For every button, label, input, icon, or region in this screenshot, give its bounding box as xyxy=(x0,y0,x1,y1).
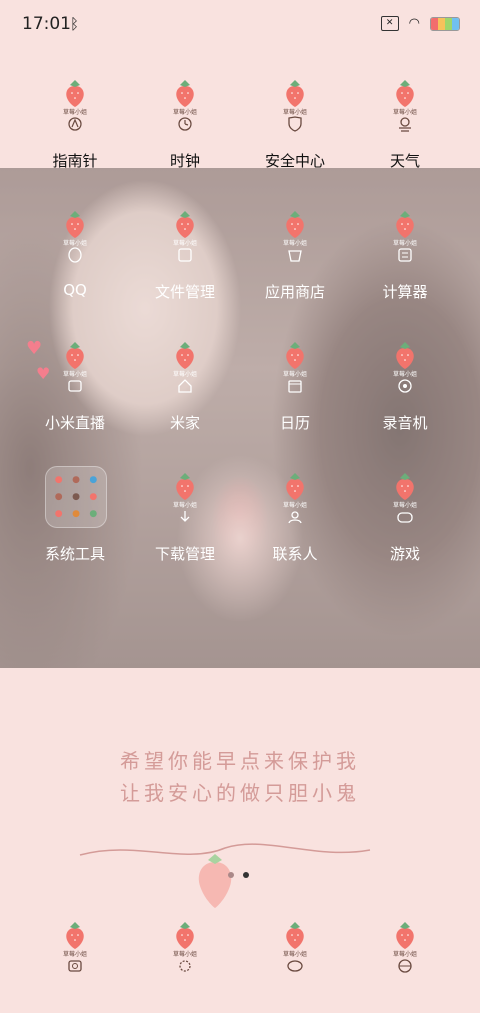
svg-text:草莓小姐: 草莓小姐 xyxy=(283,950,307,958)
svg-text:草莓小姐: 草莓小姐 xyxy=(173,239,197,247)
mini-app-icon: ● xyxy=(54,491,63,502)
page-indicator[interactable] xyxy=(228,872,249,878)
page-dot-active[interactable] xyxy=(243,872,249,878)
svg-text:草莓小姐: 草莓小姐 xyxy=(393,501,417,509)
dock-messages[interactable]: 草莓小姐 xyxy=(240,918,350,988)
svg-text:草莓小姐: 草莓小姐 xyxy=(173,501,197,509)
mini-app-icon: ● xyxy=(72,509,80,520)
app-calculator[interactable]: 草莓小姐 计算器 xyxy=(350,207,460,327)
files-icon: 草莓小姐 xyxy=(173,211,197,262)
app-qq[interactable]: 草莓小姐 QQ xyxy=(20,207,130,327)
folder-icon[interactable]: ● ● ● ● ● ● ● ● ● xyxy=(45,466,107,528)
app-label: 安全中心 xyxy=(264,152,325,170)
app-label: 计算器 xyxy=(382,283,428,301)
svg-text:草莓小姐: 草莓小姐 xyxy=(173,370,197,378)
app-label: 联系人 xyxy=(272,545,318,563)
svg-text:草莓小姐: 草莓小姐 xyxy=(173,950,197,958)
mini-app-icon: ● xyxy=(72,474,80,485)
svg-text:草莓小姐: 草莓小姐 xyxy=(393,239,417,247)
svg-text:草莓小姐: 草莓小姐 xyxy=(63,950,87,958)
download-icon: 草莓小姐 xyxy=(173,473,197,522)
app-label: 应用商店 xyxy=(264,283,325,301)
games-icon: 草莓小姐 xyxy=(393,473,417,523)
mini-app-icon: ● xyxy=(89,509,98,520)
app-weather[interactable]: 草莓小姐 天气 xyxy=(350,76,460,196)
svg-text:草莓小姐: 草莓小姐 xyxy=(393,108,417,116)
app-label: 时钟 xyxy=(169,152,200,170)
app-label: QQ xyxy=(63,281,87,299)
app-calendar[interactable]: 草莓小姐 日历 xyxy=(240,338,350,458)
app-contacts[interactable]: 草莓小姐 联系人 xyxy=(240,469,350,589)
messages-icon: 草莓小姐 xyxy=(283,922,307,972)
wallpaper-quote: 希望你能早点来保护我 让我安心的做只胆小鬼 xyxy=(0,745,480,809)
mini-app-icon: ● xyxy=(89,474,98,485)
app-label: 指南针 xyxy=(52,152,98,170)
security-icon: 草莓小姐 xyxy=(283,80,307,132)
calculator-icon: 草莓小姐 xyxy=(393,211,417,262)
mini-app-icon: ● xyxy=(54,474,63,485)
mini-app-icon: ● xyxy=(72,491,80,502)
app-files[interactable]: 草莓小姐 文件管理 xyxy=(130,207,240,327)
app-compass[interactable]: 草莓小姐 指南针 xyxy=(20,76,130,196)
svg-text:草莓小姐: 草莓小姐 xyxy=(393,370,417,378)
app-label: 小米直播 xyxy=(44,414,105,432)
app-games[interactable]: 草莓小姐 游戏 xyxy=(350,469,460,589)
clock-icon: 草莓小姐 xyxy=(173,80,197,131)
status-time: 17:01 xyxy=(22,14,71,34)
app-recorder[interactable]: 草莓小姐 录音机 xyxy=(350,338,460,458)
app-security[interactable]: 草莓小姐 安全中心 xyxy=(240,76,350,196)
dock-settings[interactable]: 草莓小姐 xyxy=(130,918,240,988)
quote-line-2: 让我安心的做只胆小鬼 xyxy=(120,781,360,805)
app-label: 文件管理 xyxy=(154,283,215,301)
svg-text:草莓小姐: 草莓小姐 xyxy=(393,950,417,958)
strawberry-decoration xyxy=(198,854,232,908)
status-bar: 17:01 ᛒ ✕ ◠ xyxy=(0,0,480,50)
camera-icon: 草莓小姐 xyxy=(63,922,87,972)
app-label: 下载管理 xyxy=(154,545,215,563)
app-store[interactable]: 草莓小姐 应用商店 xyxy=(240,207,350,327)
wifi-icon: ◠ xyxy=(408,16,420,31)
app-label: 游戏 xyxy=(389,545,420,563)
svg-text:草莓小姐: 草莓小姐 xyxy=(283,108,307,116)
sim-off-icon: ✕ xyxy=(380,16,399,31)
page-dot[interactable] xyxy=(228,872,234,878)
contacts-icon: 草莓小姐 xyxy=(283,473,307,524)
svg-text:草莓小姐: 草莓小姐 xyxy=(283,501,307,509)
app-downloads[interactable]: 草莓小姐 下载管理 xyxy=(130,469,240,589)
app-mihome[interactable]: 草莓小姐 米家 xyxy=(130,338,240,458)
svg-text:草莓小姐: 草莓小姐 xyxy=(63,370,87,378)
app-label: 系统工具 xyxy=(44,545,105,563)
weather-icon: 草莓小姐 xyxy=(393,80,417,132)
app-clock[interactable]: 草莓小姐 时钟 xyxy=(130,76,240,196)
calendar-icon: 草莓小姐 xyxy=(283,342,307,393)
browser-icon: 草莓小姐 xyxy=(393,922,417,973)
app-label: 日历 xyxy=(279,414,310,432)
app-label: 天气 xyxy=(389,152,420,170)
live-icon: 草莓小姐 xyxy=(63,342,87,392)
dock-camera[interactable]: 草莓小姐 xyxy=(20,918,130,988)
app-label: 米家 xyxy=(169,414,200,432)
svg-text:草莓小姐: 草莓小姐 xyxy=(173,108,197,116)
home-icon: 草莓小姐 xyxy=(173,342,197,393)
battery-icon xyxy=(430,16,460,31)
app-live[interactable]: 草莓小姐 小米直播 xyxy=(20,338,130,458)
mini-app-icon: ● xyxy=(89,491,98,502)
bluetooth-icon: ᛒ xyxy=(70,15,80,33)
settings-icon: 草莓小姐 xyxy=(173,922,197,972)
qq-icon: 草莓小姐 xyxy=(63,211,87,263)
mini-app-icon: ● xyxy=(54,509,63,520)
svg-text:草莓小姐: 草莓小姐 xyxy=(63,239,87,247)
compass-icon: 草莓小姐 xyxy=(63,80,87,131)
svg-text:草莓小姐: 草莓小姐 xyxy=(283,370,307,378)
app-label: 录音机 xyxy=(382,414,428,432)
quote-line-1: 希望你能早点来保护我 xyxy=(120,749,360,773)
dock-browser[interactable]: 草莓小姐 xyxy=(350,918,460,988)
store-icon: 草莓小姐 xyxy=(283,211,307,262)
recorder-icon: 草莓小姐 xyxy=(393,342,417,393)
svg-text:草莓小姐: 草莓小姐 xyxy=(283,239,307,247)
svg-text:草莓小姐: 草莓小姐 xyxy=(63,108,87,116)
